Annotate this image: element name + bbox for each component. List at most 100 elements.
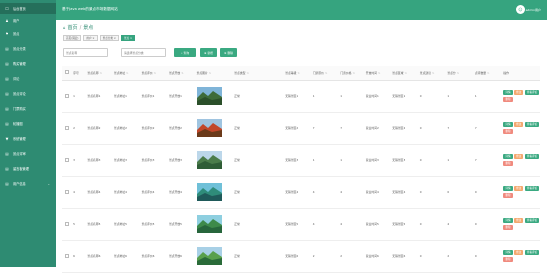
sidebar-item-4[interactable]: ▤ 购买管理 <box>0 58 56 69</box>
column-header-11[interactable]: 景点区域⇅ <box>389 66 417 81</box>
sidebar-item-9[interactable]: ▼ 系统管理 <box>0 133 56 144</box>
row-delete-button[interactable]: 删除 <box>503 193 513 198</box>
sort-icon[interactable]: ⇅ <box>378 71 380 75</box>
view-comments-button[interactable]: 查看评论 <box>524 218 540 223</box>
sort-icon[interactable]: ⇅ <box>404 71 406 75</box>
view-comments-button[interactable]: 查看评论 <box>524 250 540 255</box>
sidebar-item-label: 用户 <box>13 19 20 23</box>
table-row[interactable]: 6 景点名称6 景点地址6 景点评价6 景点开放6 正常 无锡景区6 2 2 营业时间6 无锡景区6… <box>62 240 540 273</box>
column-header-14[interactable]: 点评数量⇅ <box>471 66 501 81</box>
search-toolbar: ⌕ 查询 ⊕ 新增 ⊗ 删除 <box>63 48 237 57</box>
cell-index: 1 <box>70 80 85 113</box>
detail-button[interactable]: 详情 <box>503 122 513 127</box>
sidebar-item-2[interactable]: ⚑ 景点 <box>0 28 56 39</box>
sidebar: ☐ 后台首页 ♟ 用户 ⚑ 景点 ▤ 景点分类 ▤ 购买管理 ▤ 评论 ▤ 景点评论 ▤ 门票购买 ▤ 轮播图 ▼ 系… <box>0 0 56 267</box>
delete-button[interactable]: ⊗ 删除 <box>220 48 237 57</box>
sidebar-item-12[interactable]: ▤ 用户信息 ⌄ <box>0 178 56 189</box>
sort-icon[interactable]: ⇅ <box>181 71 183 75</box>
row-checkbox[interactable] <box>65 253 69 258</box>
sort-icon[interactable]: ⇅ <box>209 71 211 75</box>
tag-home[interactable]: 首页(固定) <box>63 35 82 41</box>
row-delete-button[interactable]: 删除 <box>503 225 513 230</box>
column-header-2[interactable]: 景点地址⇅ <box>110 66 139 81</box>
sidebar-item-7[interactable]: ▤ 门票购买 <box>0 103 56 114</box>
row-checkbox[interactable] <box>65 125 69 130</box>
view-comments-button[interactable]: 查看评论 <box>524 186 540 191</box>
row-delete-button[interactable]: 删除 <box>503 97 513 102</box>
sort-icon[interactable]: ⇅ <box>352 71 354 75</box>
column-header-1[interactable]: 景点名称⇅ <box>84 66 111 81</box>
sidebar-item-11[interactable]: ▤ 留言板管理 <box>0 163 56 174</box>
edit-button[interactable]: 修改 <box>514 90 524 95</box>
edit-button[interactable]: 修改 <box>514 154 524 159</box>
sidebar-item-1[interactable]: ♟ 用户 <box>0 15 56 26</box>
sort-icon[interactable]: ⇅ <box>100 71 102 75</box>
row-delete-button[interactable]: 删除 <box>503 257 513 262</box>
tag-scenic[interactable]: 景点 × <box>120 35 136 41</box>
row-checkbox[interactable] <box>65 189 69 194</box>
sidebar-item-10[interactable]: ▤ 景点评审 <box>0 148 56 159</box>
detail-button[interactable]: 详情 <box>503 218 513 223</box>
row-delete-button[interactable]: 删除 <box>503 129 513 134</box>
chevron-down-icon: ⌄ <box>47 181 50 186</box>
sidebar-item-6[interactable]: ▤ 景点评论 <box>0 88 56 99</box>
column-header-3[interactable]: 景点评价⇅ <box>138 66 166 81</box>
column-header-8[interactable]: 门票原价⇅ <box>309 66 338 81</box>
sort-icon[interactable]: ⇅ <box>154 71 156 75</box>
column-header-9[interactable]: 门票价格⇅ <box>337 66 363 81</box>
detail-button[interactable]: 详情 <box>503 186 513 191</box>
tag-users[interactable]: 用户 × <box>83 35 98 41</box>
sort-icon[interactable]: ⇅ <box>457 71 459 75</box>
column-header-5[interactable]: 景点图片⇅ <box>193 66 232 81</box>
detail-button[interactable]: 详情 <box>503 250 513 255</box>
edit-button[interactable]: 修改 <box>514 186 524 191</box>
table-row[interactable]: 4 景点名称4 景点地址4 景点评价4 景点开放4 正常 无锡景区4 4 4 营业时间4 无锡景区4… <box>62 176 540 209</box>
sidebar-item-3[interactable]: ▤ 景点分类 <box>0 43 56 54</box>
column-header-6[interactable]: 景点类型⇅ <box>231 66 283 81</box>
add-button[interactable]: ⊕ 新增 <box>200 48 217 57</box>
view-comments-button[interactable]: 查看评论 <box>524 90 540 95</box>
sidebar-item-5[interactable]: ▤ 评论 <box>0 73 56 84</box>
sort-icon[interactable]: ⇅ <box>432 71 434 75</box>
sort-icon[interactable]: ⇅ <box>297 71 299 75</box>
column-header-7[interactable]: 景点等级⇅ <box>282 66 310 81</box>
row-delete-button[interactable]: 删除 <box>503 161 513 166</box>
detail-button[interactable]: 详情 <box>503 90 513 95</box>
column-header-12[interactable]: 景点建议⇅ <box>416 66 445 81</box>
cell-open_time: 营业时间2 <box>362 112 390 145</box>
view-comments-button[interactable]: 查看评论 <box>524 154 540 159</box>
table-row[interactable]: 1 景点名称1 景点地址1 景点评价1 景点开放1 正常 无锡景区1 1 1 营业时间1 无锡景区1… <box>62 80 540 113</box>
sidebar-item-8[interactable]: ▤ 轮播图 <box>0 118 56 129</box>
name-search-input[interactable] <box>63 48 108 57</box>
column-header-4[interactable]: 景点开放⇅ <box>165 66 194 81</box>
search-button[interactable]: ⌕ 查询 <box>174 48 196 57</box>
cell-address: 景点地址1 <box>110 80 139 113</box>
sidebar-item-0[interactable]: ☐ 后台首页 <box>0 3 56 14</box>
user-name[interactable]: admin用户 <box>526 8 541 12</box>
column-header-13[interactable]: 景点分⇅ <box>444 66 472 81</box>
cell-original_price: 7 <box>309 112 338 145</box>
sort-icon[interactable]: ⇅ <box>126 71 128 75</box>
row-checkbox[interactable] <box>65 93 69 98</box>
breadcrumb-home[interactable]: 首页 <box>68 24 78 31</box>
table-row[interactable]: 3 景点名称3 景点地址3 景点评价3 景点开放3 正常 无锡景区3 1 1 营业时间3 无锡景区3… <box>62 144 540 177</box>
edit-button[interactable]: 修改 <box>514 122 524 127</box>
sort-icon[interactable]: ⇅ <box>325 71 327 75</box>
view-comments-button[interactable]: 查看评论 <box>524 122 540 127</box>
edit-button[interactable]: 修改 <box>514 250 524 255</box>
row-select-cell <box>62 80 71 113</box>
category-select[interactable] <box>121 48 166 57</box>
detail-button[interactable]: 详情 <box>503 154 513 159</box>
select-all-checkbox[interactable] <box>65 70 69 75</box>
table-row[interactable]: 2 景点名称2 景点地址2 景点评价2 景点开放2 正常 无锡景区2 7 7 营业时间2 无锡景区2… <box>62 112 540 145</box>
user-avatar-icon[interactable]: ☺ <box>516 5 525 14</box>
table-row[interactable]: 5 景点名称5 景点地址5 景点评价5 景点开放5 正常 无锡景区5 4 4 营业时间5 无锡景区5… <box>62 208 540 241</box>
row-checkbox[interactable] <box>65 157 69 162</box>
edit-button[interactable]: 修改 <box>514 218 524 223</box>
sort-icon[interactable]: ⇅ <box>487 71 489 75</box>
tag-categories[interactable]: 景点分类 × <box>99 35 119 41</box>
row-checkbox[interactable] <box>65 221 69 226</box>
cell-score: 1 <box>444 144 472 177</box>
column-header-10[interactable]: 开放时间⇅ <box>362 66 390 81</box>
sort-icon[interactable]: ⇅ <box>246 71 248 75</box>
